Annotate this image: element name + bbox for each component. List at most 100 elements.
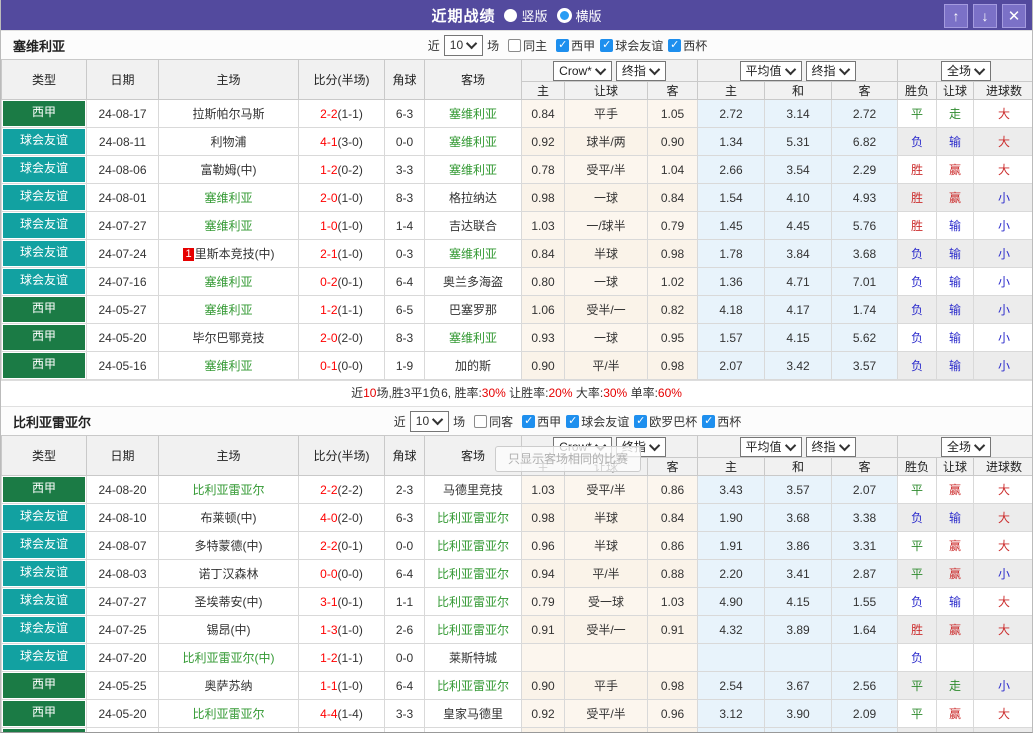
cell-corners: 0-0	[384, 531, 425, 560]
team-name-text: 格拉纳达	[448, 191, 497, 205]
checkbox-icon[interactable]: ✓	[522, 414, 536, 428]
checkbox-icon[interactable]: ✓	[600, 38, 614, 52]
league-filter-checkbox[interactable]: ✓ 球会友谊	[566, 413, 629, 430]
halftime-score: (1-1)	[337, 106, 363, 121]
recent-results-window: 近期战绩 竖版 横版 ↑ ↓ ✕ 塞维利亚 近 10 场 同主 ✓ 西甲 ✓ 球会友谊…	[0, 0, 1033, 733]
cell-home: 诺丁汉森林	[158, 559, 299, 588]
halftime-score: (1-1)	[337, 302, 363, 317]
fulltime-score: 2-0	[320, 190, 338, 205]
league-filter-label[interactable]: 球会友谊	[615, 37, 663, 54]
cell-type: 西甲	[1, 671, 87, 700]
league-filter-label[interactable]: 西甲	[571, 37, 595, 54]
league-filter-label[interactable]: 欧罗巴杯	[649, 413, 697, 430]
cell-away: 巴塞罗那	[424, 295, 522, 324]
results-body: 西甲 24-08-17 拉斯帕尔马斯 2-2(1-1) 6-3 塞维利亚 0.84 平手 1.0…	[1, 99, 1032, 380]
cell-odds-away: 0.95	[646, 323, 699, 352]
col-header-handicap-result: 让球	[936, 457, 975, 476]
checkbox-icon[interactable]: ✓	[566, 414, 580, 428]
team-name-text: 巴塞罗那	[448, 303, 497, 317]
radio-selected-icon[interactable]	[504, 8, 518, 22]
avg-time-select[interactable]: 终指	[805, 436, 856, 457]
cell-away: 塞维利亚	[424, 323, 522, 352]
team-name-text: 锡昂(中)	[206, 623, 251, 637]
league-filter-label[interactable]: 球会友谊	[581, 413, 629, 430]
league-filter-label[interactable]: 西甲	[537, 413, 561, 430]
cell-avg-away: 6.82	[831, 127, 899, 156]
cell-score: 1-3(1-0)	[298, 615, 385, 644]
same-venue-checkbox[interactable]: 同主	[508, 37, 547, 54]
close-button[interactable]: ✕	[1002, 4, 1026, 28]
summary-text: 30%	[603, 386, 628, 400]
cell-avg-away: 3.31	[831, 531, 899, 560]
match-type-badge: 西甲	[3, 325, 85, 350]
avg-time-select[interactable]: 终指	[805, 60, 856, 81]
cell-score: 2-1(1-0)	[298, 239, 385, 268]
scope-select[interactable]: 全场	[941, 60, 992, 81]
league-filter-checkbox[interactable]: ✓ 西杯	[668, 37, 707, 54]
match-row: 球会友谊 24-07-24 1 里斯本竞技(中) 2-1(1-0) 0-3 塞维利亚 0.84…	[1, 239, 1032, 268]
scroll-down-button[interactable]: ↓	[973, 4, 997, 28]
checkbox-icon[interactable]	[508, 38, 522, 52]
team-name-text: 比利亚雷亚尔	[436, 595, 509, 609]
avg-group-header: 平均值 终指	[697, 435, 899, 458]
checkbox-icon[interactable]: ✓	[634, 414, 648, 428]
cell-away: 塞维利亚	[424, 239, 522, 268]
summary-line: 近10场,胜3平1负6, 胜率:30% 让胜率:20% 大率:30% 单率:60…	[1, 380, 1032, 406]
league-filter-checkbox[interactable]: ✓ 欧罗巴杯	[634, 413, 697, 430]
checkbox-icon[interactable]: ✓	[702, 414, 716, 428]
radio-vertical-layout[interactable]: 竖版	[504, 6, 548, 25]
same-venue-checkbox[interactable]: 同客	[474, 413, 513, 430]
league-filter-label[interactable]: 西杯	[683, 37, 707, 54]
scope-select[interactable]: 全场	[941, 436, 992, 457]
halftime-score: (1-0)	[337, 246, 363, 261]
cell-score: 1-2(1-1)	[298, 643, 385, 672]
cell-avg-away: 2.07	[831, 475, 899, 504]
checkbox-icon[interactable]	[474, 414, 488, 428]
scroll-up-button[interactable]: ↑	[944, 4, 968, 28]
radio-unselected-icon[interactable]	[556, 7, 572, 23]
radio-horizontal-layout[interactable]: 横版	[556, 6, 602, 25]
halftime-score: (3-0)	[337, 134, 363, 149]
league-filter-checkbox[interactable]: ✓ 西甲	[556, 37, 595, 54]
cell-score: 2-0(1-0)	[298, 183, 385, 212]
cell-corners: 1-4	[384, 211, 425, 240]
checkbox-icon[interactable]: ✓	[668, 38, 682, 52]
radio-vertical-label[interactable]: 竖版	[521, 6, 547, 25]
cell-goals-result	[973, 643, 1032, 672]
cell-handicap: 一球	[564, 267, 648, 296]
recent-count-select[interactable]: 10	[443, 34, 484, 56]
cell-odds-home: 0.84	[521, 99, 565, 128]
cell-avg-draw: 3.41	[764, 559, 833, 588]
cell-score: 3-1(0-1)	[298, 587, 385, 616]
checkbox-icon[interactable]: ✓	[556, 38, 570, 52]
cell-goals-result: 小	[973, 351, 1032, 380]
cell-avg-home: 2.66	[697, 155, 766, 184]
radio-horizontal-label[interactable]: 横版	[576, 6, 602, 25]
team-name-text: 圣埃蒂安(中)	[194, 595, 263, 609]
cell-handicap-result: 赢	[936, 727, 975, 732]
recent-count-select[interactable]: 10	[409, 410, 450, 432]
cell-odds-away: 0.84	[646, 503, 699, 532]
avg-select[interactable]: 平均值	[739, 436, 802, 457]
team-name-text: 塞维利亚	[448, 163, 497, 177]
league-filter-checkbox[interactable]: ✓ 西甲	[522, 413, 561, 430]
league-filter-checkbox[interactable]: ✓ 西杯	[702, 413, 741, 430]
cell-corners: 3-3	[384, 699, 425, 728]
odds-time-select[interactable]: 终指	[615, 60, 666, 81]
team-name-text: 塞维利亚	[204, 275, 253, 289]
avg-select[interactable]: 平均值	[739, 60, 802, 81]
cell-odds-home: 0.90	[521, 671, 565, 700]
cell-type: 西甲	[1, 323, 87, 352]
cell-away: 塞维利亚	[424, 99, 522, 128]
cell-goals-result: 小	[973, 239, 1032, 268]
cell-score: 1-1(1-0)	[298, 671, 385, 700]
cell-home: 塞维利亚	[158, 267, 299, 296]
scope-group-header: 全场	[897, 59, 1032, 82]
match-row: 球会友谊 24-08-01 塞维利亚 2-0(1-0) 8-3 格拉纳达 0.98 一球 0.8…	[1, 183, 1032, 212]
cell-home: 富勒姆(中)	[158, 155, 299, 184]
league-filter-label[interactable]: 西杯	[717, 413, 741, 430]
league-filter-checkbox[interactable]: ✓ 球会友谊	[600, 37, 663, 54]
cell-avg-draw: 3.68	[764, 503, 833, 532]
cell-handicap-result: 赢	[936, 183, 975, 212]
odds-company-select[interactable]: Crow*	[553, 60, 612, 81]
